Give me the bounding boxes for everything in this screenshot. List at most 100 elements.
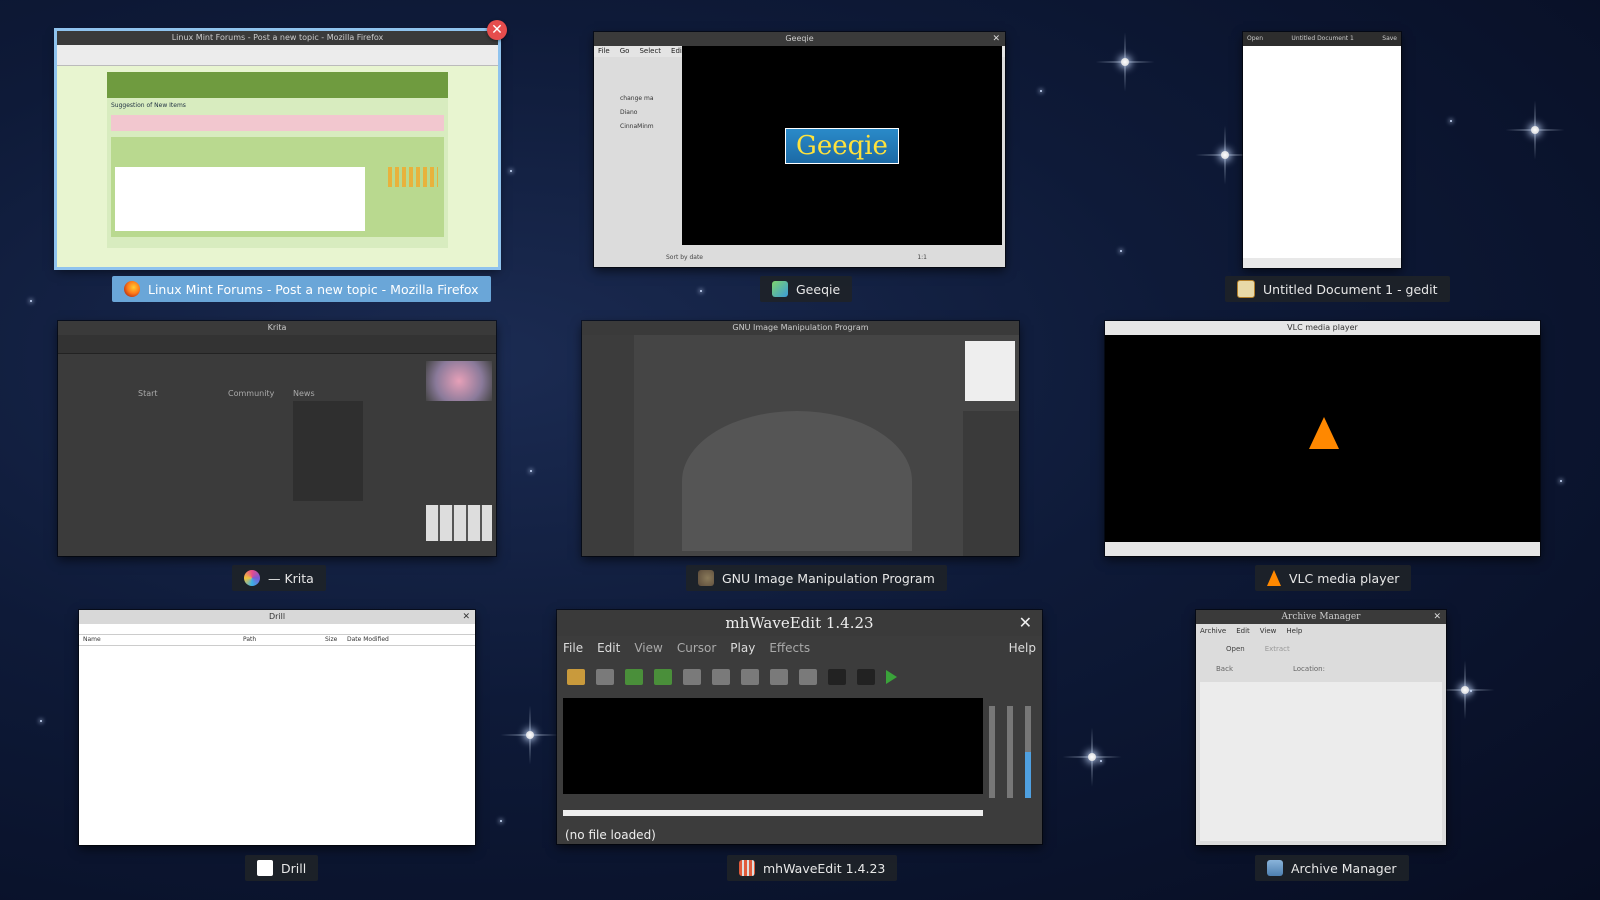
window-caption-mhwaveedit[interactable]: mhWaveEdit 1.4.23 [727, 855, 898, 881]
browser-toolbar [57, 45, 498, 66]
window-titlebar: Drill ✕ [79, 610, 475, 624]
window-caption-label: mhWaveEdit 1.4.23 [763, 860, 886, 876]
waveform-view [563, 698, 983, 794]
star [1120, 250, 1122, 252]
star [1560, 480, 1562, 482]
window-title: Drill [268, 612, 286, 621]
volume-slider [989, 706, 995, 798]
brushes-panel [965, 341, 1015, 401]
close-window-button[interactable]: ✕ [487, 20, 507, 40]
crop-icon [828, 669, 846, 685]
star [500, 820, 502, 822]
window-caption-gedit[interactable]: Untitled Document 1 - gedit [1225, 276, 1450, 302]
window-caption-geeqie[interactable]: Geeqie [760, 276, 853, 302]
window-caption-label: VLC media player [1289, 570, 1400, 586]
delete-icon [799, 669, 817, 685]
community-label: Community [228, 389, 275, 398]
menu-edit: Edit [597, 641, 621, 655]
menubar: File Edit View Cursor Play Effects Help [557, 636, 1042, 660]
window-thumbnail-krita[interactable]: Krita Start Community News [58, 321, 496, 556]
window-caption-krita[interactable]: — Krita [232, 565, 326, 591]
krita-icon [244, 570, 260, 586]
archive-manager-icon [1267, 860, 1283, 876]
window-caption-firefox[interactable]: Linux Mint Forums - Post a new topic - M… [112, 276, 491, 302]
start-label: Start [138, 389, 158, 398]
star [1040, 90, 1042, 92]
vlc-controls [1105, 542, 1540, 556]
toolbar [557, 660, 1042, 694]
window-thumbnail-mhwaveedit[interactable]: mhWaveEdit 1.4.23 ✕ File Edit View Curso… [557, 610, 1042, 844]
window-caption-label: — Krita [268, 570, 314, 586]
window-caption-vlc[interactable]: VLC media player [1255, 565, 1412, 591]
menu-view: View [1259, 627, 1277, 635]
window-caption-drill[interactable]: Drill [245, 855, 319, 881]
menu-select: Select [639, 47, 662, 55]
menu-view: View [634, 641, 663, 655]
menu-archive: Archive [1200, 627, 1227, 635]
close-icon: ✕ [1018, 613, 1032, 632]
star [1450, 120, 1452, 122]
brush-presets [426, 505, 492, 541]
smiley-panel [388, 167, 438, 187]
file-list [1200, 682, 1442, 841]
window-titlebar: Archive Manager ✕ [1196, 610, 1446, 624]
column-date: Date Modified [347, 636, 389, 643]
save-icon [596, 669, 614, 685]
menu-go: Go [619, 47, 630, 55]
menu-effects: Effects [769, 641, 811, 655]
window-thumbnail-firefox[interactable]: Linux Mint Forums - Post a new topic - M… [54, 28, 501, 270]
window-titlebar: mhWaveEdit 1.4.23 ✕ [557, 610, 1042, 636]
redo-icon [654, 669, 672, 685]
image-view: Geeqie [682, 46, 1002, 245]
post-form [111, 137, 444, 237]
level-meter [1025, 706, 1031, 798]
star [530, 470, 532, 472]
geeqie-icon [772, 281, 788, 297]
window-thumbnail-vlc[interactable]: VLC media player [1105, 321, 1540, 556]
drill-icon [257, 860, 273, 876]
sparkle-star [500, 705, 560, 765]
window-title: Untitled Document 1 [1291, 35, 1354, 42]
location-label: Location: [1293, 665, 1325, 673]
star [30, 300, 32, 302]
menu-file: File [598, 47, 610, 55]
window-caption-gimp[interactable]: GNU Image Manipulation Program [686, 565, 947, 591]
results-header: Name Path Size Date Modified [79, 635, 475, 646]
star [700, 290, 702, 292]
window-title: Krita [267, 323, 287, 332]
window-titlebar: Linux Mint Forums - Post a new topic - M… [57, 31, 498, 45]
forum-header [107, 72, 448, 98]
window-thumbnail-drill[interactable]: Drill ✕ Name Path Size Date Modified [79, 610, 475, 845]
window-thumbnail-geeqie[interactable]: Geeqie ✕ File Go Select Edit change ma Di… [594, 32, 1005, 267]
menu-play: Play [730, 641, 756, 655]
text-area [1243, 46, 1401, 258]
menu-help: Help [1286, 627, 1303, 635]
toolbar: Open Extract [1196, 638, 1446, 660]
window-caption-archive-manager[interactable]: Archive Manager [1255, 855, 1409, 881]
window-caption-label: Drill [281, 860, 307, 876]
paste-over-icon [770, 669, 788, 685]
open-button: Open [1226, 645, 1245, 653]
window-thumbnail-archive-manager[interactable]: Archive Manager ✕ Archive Edit View Help … [1196, 610, 1446, 845]
horizontal-scrollbar [563, 810, 983, 816]
play-icon [886, 670, 897, 684]
column-name: Name [83, 636, 101, 643]
notice-box [111, 115, 444, 131]
menu-cursor: Cursor [676, 641, 717, 655]
silence-icon [857, 669, 875, 685]
column-size: Size [325, 636, 338, 643]
window-caption-label: Linux Mint Forums - Post a new topic - M… [148, 281, 479, 297]
window-title: GNU Image Manipulation Program [732, 323, 869, 332]
page-heading: Suggestion of New Items [111, 102, 186, 109]
vlc-cone-logo [1309, 417, 1339, 449]
news-label: News [293, 389, 315, 398]
zoom-indicator: 1:1 [917, 254, 927, 261]
window-titlebar: Geeqie ✕ [594, 32, 1005, 46]
window-thumbnail-gimp[interactable]: GNU Image Manipulation Program [582, 321, 1019, 556]
window-titlebar: GNU Image Manipulation Program [582, 321, 1019, 335]
window-thumbnail-gedit[interactable]: Open Untitled Document 1 Save [1243, 32, 1401, 268]
gedit-icon [1237, 280, 1255, 298]
close-icon: ✕ [992, 34, 1000, 44]
layers-panel [963, 411, 1019, 556]
paste-icon [741, 669, 759, 685]
